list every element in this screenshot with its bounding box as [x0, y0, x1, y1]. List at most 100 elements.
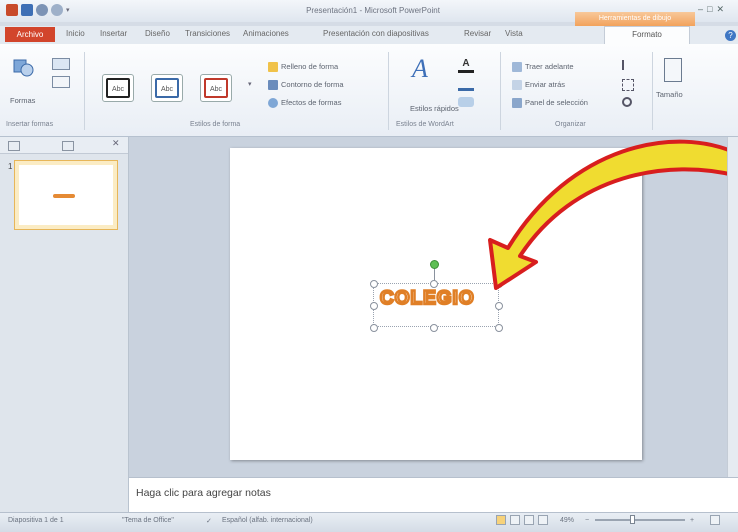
shape-style-sample-2[interactable]: Abc — [151, 74, 183, 102]
tab-transitions[interactable]: Transiciones — [185, 29, 230, 38]
quick-styles-button[interactable]: Estilos rápidos — [410, 104, 459, 113]
tab-animations[interactable]: Animaciones — [243, 29, 289, 38]
customize-toolbar-icon[interactable]: ▾ — [66, 6, 70, 14]
resize-handle-bottom-left[interactable] — [370, 324, 378, 332]
more-styles-icon[interactable]: ▾ — [248, 80, 252, 88]
bring-forward-icon — [512, 62, 522, 73]
drawing-tools-header: Herramientas de dibujo — [575, 12, 695, 26]
tab-insert[interactable]: Insertar — [100, 29, 127, 38]
zoom-level[interactable]: 49% — [560, 517, 574, 524]
panel-tabs: ✕ — [0, 137, 128, 154]
edit-shape-icon[interactable] — [52, 58, 70, 70]
resize-handle-bottom[interactable] — [430, 324, 438, 332]
window-title: Presentación1 - Microsoft PowerPoint — [306, 6, 440, 15]
zoom-out-icon[interactable]: − — [585, 517, 589, 524]
zoom-slider[interactable] — [595, 519, 685, 521]
normal-view-icon[interactable] — [496, 515, 506, 525]
theme-status: "Tema de Office" — [122, 517, 174, 524]
powerpoint-logo-icon — [6, 4, 18, 16]
group-objects-icon[interactable] — [622, 79, 634, 91]
text-box-icon[interactable] — [52, 76, 70, 88]
close-panel-icon[interactable]: ✕ — [112, 138, 120, 149]
paint-bucket-icon — [268, 62, 278, 73]
selection-pane-icon — [512, 98, 522, 109]
slide-count-status: Diapositiva 1 de 1 — [8, 517, 64, 524]
vertical-scrollbar[interactable] — [727, 137, 738, 477]
spelling-icon[interactable]: ✓ — [206, 517, 212, 525]
insert-shapes-group-label: Insertar formas — [6, 121, 54, 128]
maximize-button[interactable]: □ — [707, 4, 712, 15]
slides-tab-icon[interactable] — [8, 141, 20, 151]
help-icon[interactable]: ? — [725, 30, 736, 41]
size-icon[interactable] — [664, 58, 682, 82]
ribbon-divider — [388, 52, 389, 130]
send-backward-icon — [512, 80, 522, 91]
pencil-icon — [268, 80, 278, 91]
minimize-button[interactable]: – — [698, 4, 703, 15]
shape-outline-label: Contorno de forma — [281, 80, 344, 89]
tab-design[interactable]: Diseño — [145, 29, 170, 38]
selection-pane-button[interactable]: Panel de selección — [512, 98, 588, 109]
send-backward-button[interactable]: Enviar atrás — [512, 80, 565, 91]
slide-number: 1 — [8, 162, 13, 171]
shape-style-sample-1[interactable]: Abc — [102, 74, 134, 102]
tab-format[interactable]: Formato — [604, 26, 690, 44]
slide-sorter-icon[interactable] — [510, 515, 520, 525]
text-effects-icon[interactable] — [458, 97, 474, 107]
slide-thumbnail[interactable] — [14, 160, 118, 230]
tab-view[interactable]: Vista — [505, 29, 523, 38]
resize-handle-top-left[interactable] — [370, 280, 378, 288]
quick-access-toolbar: ▾ — [6, 4, 70, 16]
effects-icon — [268, 98, 278, 109]
outline-tab-icon[interactable] — [62, 141, 74, 151]
close-button[interactable]: ✕ — [716, 4, 724, 15]
align-icon[interactable] — [622, 60, 634, 70]
shape-fill-button[interactable]: Relleno de forma — [268, 62, 338, 73]
tab-slideshow[interactable]: Presentación con diapositivas — [323, 29, 429, 38]
ribbon-divider — [652, 52, 653, 130]
window-controls: – □ ✕ — [698, 4, 724, 15]
sample-label: Abc — [155, 78, 179, 98]
fit-to-window-icon[interactable] — [710, 515, 720, 525]
size-button[interactable]: Tamaño — [656, 90, 683, 99]
shape-style-sample-3[interactable]: Abc — [200, 74, 232, 102]
wordart-styles-group-label: Estilos de WordArt — [396, 121, 454, 128]
tab-home[interactable]: Inicio — [66, 29, 85, 38]
wordart-a-icon[interactable]: A — [412, 56, 428, 82]
arrange-group-label: Organizar — [555, 121, 586, 128]
shapes-button[interactable]: Formas — [10, 96, 35, 105]
sample-label: Abc — [106, 78, 130, 98]
text-outline-icon[interactable] — [458, 78, 474, 91]
redo-icon[interactable] — [51, 4, 63, 16]
resize-handle-bottom-right[interactable] — [495, 324, 503, 332]
undo-icon[interactable] — [36, 4, 48, 16]
text-fill-icon[interactable]: A — [458, 58, 474, 73]
tab-review[interactable]: Revisar — [464, 29, 491, 38]
resize-handle-left[interactable] — [370, 302, 378, 310]
shapes-icon[interactable] — [12, 56, 34, 78]
bring-forward-label: Traer adelante — [525, 62, 574, 71]
zoom-in-icon[interactable]: + — [690, 517, 694, 524]
sample-label: Abc — [204, 78, 228, 98]
rotate-icon[interactable] — [622, 97, 632, 107]
reading-view-icon[interactable] — [524, 515, 534, 525]
thumbnail-canvas — [19, 165, 113, 225]
ribbon-divider — [84, 52, 85, 130]
shape-effects-button[interactable]: Efectos de formas — [268, 98, 342, 109]
shape-outline-button[interactable]: Contorno de forma — [268, 80, 344, 91]
zoom-slider-thumb[interactable] — [630, 515, 635, 524]
annotation-arrow-icon — [488, 139, 738, 290]
shape-effects-label: Efectos de formas — [281, 98, 342, 107]
thumbnail-wordart — [53, 194, 75, 198]
slideshow-view-icon[interactable] — [538, 515, 548, 525]
rotation-handle[interactable] — [430, 260, 439, 269]
wordart-text[interactable]: COLEGIO — [379, 287, 475, 311]
notes-placeholder[interactable]: Haga clic para agregar notas — [136, 487, 271, 499]
save-icon[interactable] — [21, 4, 33, 16]
language-status[interactable]: Español (alfab. internacional) — [222, 517, 313, 524]
tab-file[interactable]: Archivo — [5, 27, 55, 42]
shape-styles-group-label: Estilos de forma — [190, 121, 241, 128]
bring-forward-button[interactable]: Traer adelante — [512, 62, 574, 73]
resize-handle-right[interactable] — [495, 302, 503, 310]
status-bar — [0, 512, 738, 532]
